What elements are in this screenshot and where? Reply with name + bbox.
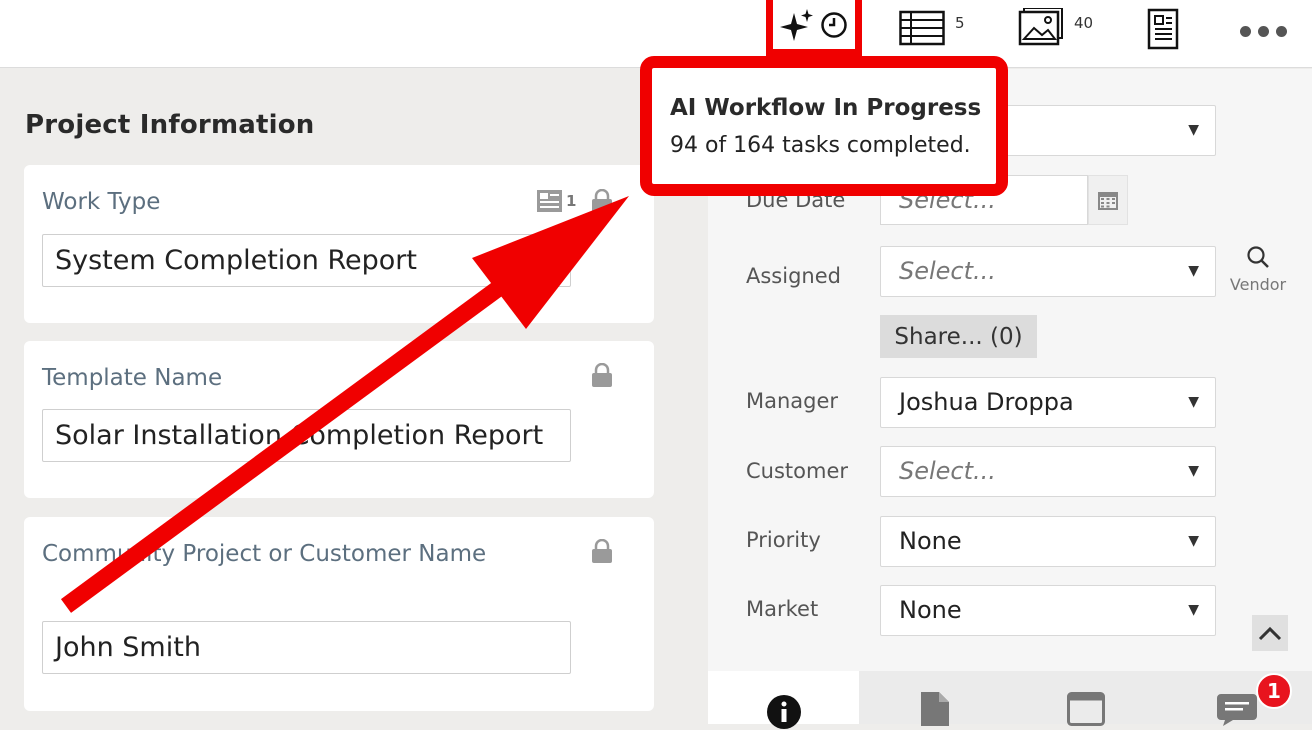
priority-label: Priority — [746, 528, 821, 552]
window-icon — [1066, 692, 1105, 726]
vendor-label: Vendor — [1229, 275, 1287, 294]
work-type-card: Work Type 1 System Completion Report — [24, 165, 654, 323]
scroll-to-top-button[interactable] — [1252, 615, 1288, 651]
tooltip-body: 94 of 164 tasks completed. — [670, 133, 971, 158]
customer-value: Select... — [899, 457, 996, 485]
template-name-label: Template Name — [42, 365, 223, 391]
tab-window[interactable] — [1010, 671, 1161, 726]
caret-down-icon: ▼ — [1188, 394, 1199, 410]
chevron-up-icon — [1258, 626, 1282, 641]
template-name-card: Template Name Solar Installation Complet… — [24, 341, 654, 498]
gallery-button[interactable]: 40 — [1018, 8, 1093, 56]
market-value: None — [899, 596, 962, 624]
manager-select[interactable]: Joshua Droppa ▼ — [880, 377, 1216, 428]
priority-select[interactable]: None ▼ — [880, 516, 1216, 567]
caret-down-icon: ▼ — [1188, 602, 1199, 618]
list-icon — [537, 190, 562, 212]
tab-chat[interactable]: 1 — [1161, 671, 1312, 726]
image-gallery-icon — [1018, 8, 1063, 46]
more-options-button[interactable] — [1240, 26, 1287, 37]
customer-name-card: Community Project or Customer Name John … — [24, 517, 654, 711]
clock-icon — [821, 11, 847, 38]
template-name-input[interactable]: Solar Installation Completion Report — [42, 409, 571, 462]
customer-name-label: Community Project or Customer Name — [42, 541, 487, 567]
assigned-label: Assigned — [746, 264, 841, 288]
market-label: Market — [746, 597, 819, 621]
calendar-icon — [1098, 192, 1118, 210]
priority-value: None — [899, 527, 962, 555]
market-select[interactable]: None ▼ — [880, 585, 1216, 636]
chat-icon — [1216, 694, 1257, 726]
document-icon — [1147, 8, 1179, 50]
manager-value: Joshua Droppa — [899, 388, 1074, 416]
table-count: 5 — [955, 14, 965, 32]
tooltip-title: AI Workflow In Progress — [670, 95, 982, 121]
lock-icon — [592, 189, 612, 213]
info-icon — [766, 695, 801, 729]
lock-icon — [592, 539, 612, 563]
vendor-search-button[interactable]: Vendor — [1228, 245, 1288, 294]
work-type-label: Work Type — [42, 189, 161, 215]
sparkle-icon — [780, 8, 813, 41]
tab-info[interactable] — [708, 671, 859, 729]
work-type-badge-count: 1 — [566, 192, 577, 210]
lock-icon — [592, 363, 612, 387]
caret-down-icon: ▼ — [1188, 122, 1199, 138]
table-view-button[interactable]: 5 — [899, 8, 965, 56]
manager-label: Manager — [746, 389, 839, 413]
table-icon — [899, 10, 945, 46]
assigned-value: Select... — [899, 257, 996, 285]
assigned-select[interactable]: Select... ▼ — [880, 246, 1216, 297]
customer-name-input[interactable]: John Smith — [42, 621, 571, 674]
work-type-badge[interactable]: 1 — [537, 190, 576, 212]
caret-down-icon: ▼ — [1188, 263, 1199, 279]
customer-label: Customer — [746, 459, 849, 483]
caret-down-icon: ▼ — [1188, 463, 1199, 479]
ai-workflow-button[interactable] — [766, 0, 862, 56]
tab-files[interactable] — [859, 671, 1010, 726]
gallery-count: 40 — [1074, 14, 1094, 32]
share-button[interactable]: Share... (0) — [880, 315, 1037, 358]
caret-down-icon: ▼ — [1188, 533, 1199, 549]
customer-select[interactable]: Select... ▼ — [880, 446, 1216, 497]
chat-badge: 1 — [1256, 673, 1292, 709]
search-icon — [1247, 246, 1269, 268]
file-icon — [920, 692, 949, 726]
ai-workflow-tooltip: AI Workflow In Progress 94 of 164 tasks … — [640, 56, 1008, 196]
document-button[interactable] — [1147, 8, 1179, 56]
work-type-input[interactable]: System Completion Report — [42, 234, 571, 287]
calendar-button[interactable] — [1088, 175, 1128, 225]
more-horizontal-icon — [1240, 26, 1251, 37]
bottom-tabs: 1 — [708, 671, 1312, 729]
section-title: Project Information — [25, 110, 315, 140]
